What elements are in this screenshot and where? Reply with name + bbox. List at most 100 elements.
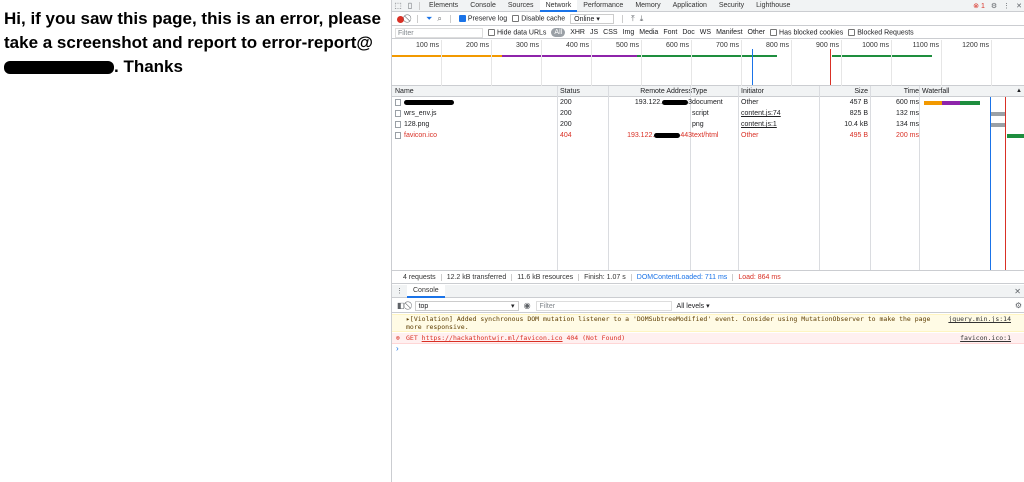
preserve-log-checkbox[interactable]: Preserve log [458,15,507,23]
export-har-icon[interactable]: ⤓ [640,14,644,24]
request-time: 134 ms [896,121,919,128]
tab-security[interactable]: Security [713,0,750,12]
error-message: Hi, if you saw this page, this is an err… [4,7,388,79]
tab-memory[interactable]: Memory [629,0,666,12]
error-source-link[interactable]: favicon.ico:1 [960,333,1011,344]
request-time: 200 ms [896,132,919,139]
disable-cache-checkbox[interactable]: Disable cache [512,15,565,23]
context-value: top [418,302,429,310]
device-toolbar-icon[interactable]: ▯ [404,0,416,12]
column-header-size[interactable]: Size [822,86,868,97]
table-row[interactable]: favicon.ico 404 193.122. 443 text/html Other 4… [392,130,1024,141]
request-type: png [692,121,704,128]
filter-type-doc[interactable]: Doc [682,29,694,36]
record-icon[interactable] [397,15,404,23]
sort-arrow-icon[interactable]: ▲ [1016,86,1022,97]
filter-type-css[interactable]: CSS [603,29,617,36]
request-initiator: Other [741,99,759,106]
filter-type-img[interactable]: Img [623,29,635,36]
console-toolbar: ◧ ⃠ top▾ ◉ Filter All levels ▾ ⚙ [392,299,1024,313]
close-devtools-icon[interactable]: ✕ [1016,2,1022,10]
overview-gridline [891,40,892,86]
filter-type-media[interactable]: Media [639,29,658,36]
file-icon [395,98,401,106]
drawer-tab-console[interactable]: Console [407,284,445,298]
waterfall-bar [990,112,1006,116]
tab-performance[interactable]: Performance [577,0,629,12]
network-overview[interactable]: 100 ms 200 ms 300 ms 400 ms 500 ms 600 ms 700 … [392,40,1024,86]
table-row[interactable]: 128.png 200 png content.js:1 10.4 kB 134 ms [392,119,1024,130]
console-settings-gear-icon[interactable]: ⚙ [1015,301,1022,310]
column-header-name[interactable]: Name [395,86,555,97]
tab-sources[interactable]: Sources [502,0,540,12]
blocked-requests-checkbox[interactable]: Blocked Requests [848,28,914,36]
column-header-remote-address[interactable]: Remote Address [610,86,692,97]
request-initiator[interactable]: content.js:74 [741,108,819,119]
remote-address-port: 443 [680,132,692,139]
settings-gear-icon[interactable]: ⚙ [991,2,997,10]
filter-type-other[interactable]: Other [748,29,766,36]
tab-console[interactable]: Console [464,0,502,12]
tab-application[interactable]: Application [667,0,713,12]
table-row[interactable]: wrs_env.js 200 script content.js:74 825 B 132… [392,108,1024,119]
error-message-thanks: . Thanks [114,57,183,76]
more-options-icon[interactable]: ⋮ [1003,2,1010,10]
column-header-time[interactable]: Time [871,86,919,97]
filter-type-manifest[interactable]: Manifest [716,29,742,36]
tab-lighthouse[interactable]: Lighthouse [750,0,796,12]
overview-bar-script [502,55,637,57]
show-sidebar-icon[interactable]: ◧ [397,301,405,310]
inspected-page: Hi, if you saw this page, this is an err… [0,0,391,482]
error-message-text: Hi, if you saw this page, this is an err… [4,9,381,52]
inspect-element-icon[interactable]: ⬚ [392,0,404,12]
filter-icon[interactable]: ⏷ [426,14,432,24]
overview-tick-label: 600 ms [666,42,689,49]
context-select[interactable]: top ▾ [414,300,519,311]
summary-domcontentloaded: DOMContentLoaded: 711 ms [632,273,734,281]
overview-load-line [830,49,831,85]
summary-finish: Finish: 1.07 s [579,273,632,281]
request-type: script [692,110,709,117]
violation-source-link[interactable]: jquery.min.js:14 [948,315,1011,323]
request-size: 10.4 kB [844,121,868,128]
devtools-tabbar: ⬚ ▯ Elements Console Sources Network Perform… [392,0,1024,12]
live-expression-eye-icon[interactable]: ◉ [524,301,531,310]
filter-type-ws[interactable]: WS [700,29,711,36]
column-header-type[interactable]: Type [692,86,738,97]
error-count-badge[interactable]: ⊗ 1 [973,2,985,10]
tab-elements[interactable]: Elements [423,0,464,12]
column-header-waterfall[interactable]: Waterfall [922,86,1022,97]
filter-all-button[interactable]: All [551,28,566,37]
request-time: 132 ms [896,110,919,117]
import-har-icon[interactable]: ⤒ [631,14,635,24]
filter-type-js[interactable]: JS [590,29,598,36]
request-name: 128.png [395,119,555,130]
file-icon [395,120,401,128]
waterfall-bar [960,101,980,105]
throttling-select[interactable]: Online ▾ [570,14,615,24]
overview-bar-favicon [832,55,932,57]
filter-type-xhr[interactable]: XHR [570,29,585,36]
drawer-menu-icon[interactable]: ⋮ [392,287,407,295]
overview-gridline [541,40,542,86]
request-initiator[interactable]: content.js:1 [741,119,819,130]
network-filter-input[interactable]: Filter [395,27,483,38]
error-url-link[interactable]: https://hackathontwjr.ml/favicon.ico [422,334,563,342]
search-icon[interactable]: ⌕ [437,14,441,24]
request-size: 457 B [849,99,868,106]
column-header-initiator[interactable]: Initiator [741,86,819,97]
log-levels-select[interactable]: All levels ▾ [677,302,710,310]
request-name-text: favicon.ico [404,132,438,139]
console-filter-input[interactable]: Filter [535,300,672,311]
close-drawer-icon[interactable]: ✕ [1014,287,1021,296]
tab-network[interactable]: Network [539,0,578,12]
console-prompt[interactable]: › [396,344,399,353]
hide-data-urls-checkbox[interactable]: Hide data URLs [488,28,546,36]
column-header-status[interactable]: Status [560,86,608,97]
table-row[interactable]: 200 193.122. 3 document Other 457 B 600 ms [392,97,1024,108]
console-drawer-tabbar: ⋮ Console ✕ [392,284,1024,298]
filter-type-font[interactable]: Font [663,29,677,36]
waterfall-bar [942,101,960,105]
has-blocked-cookies-checkbox[interactable]: Has blocked cookies [770,28,843,36]
divider [449,15,451,23]
